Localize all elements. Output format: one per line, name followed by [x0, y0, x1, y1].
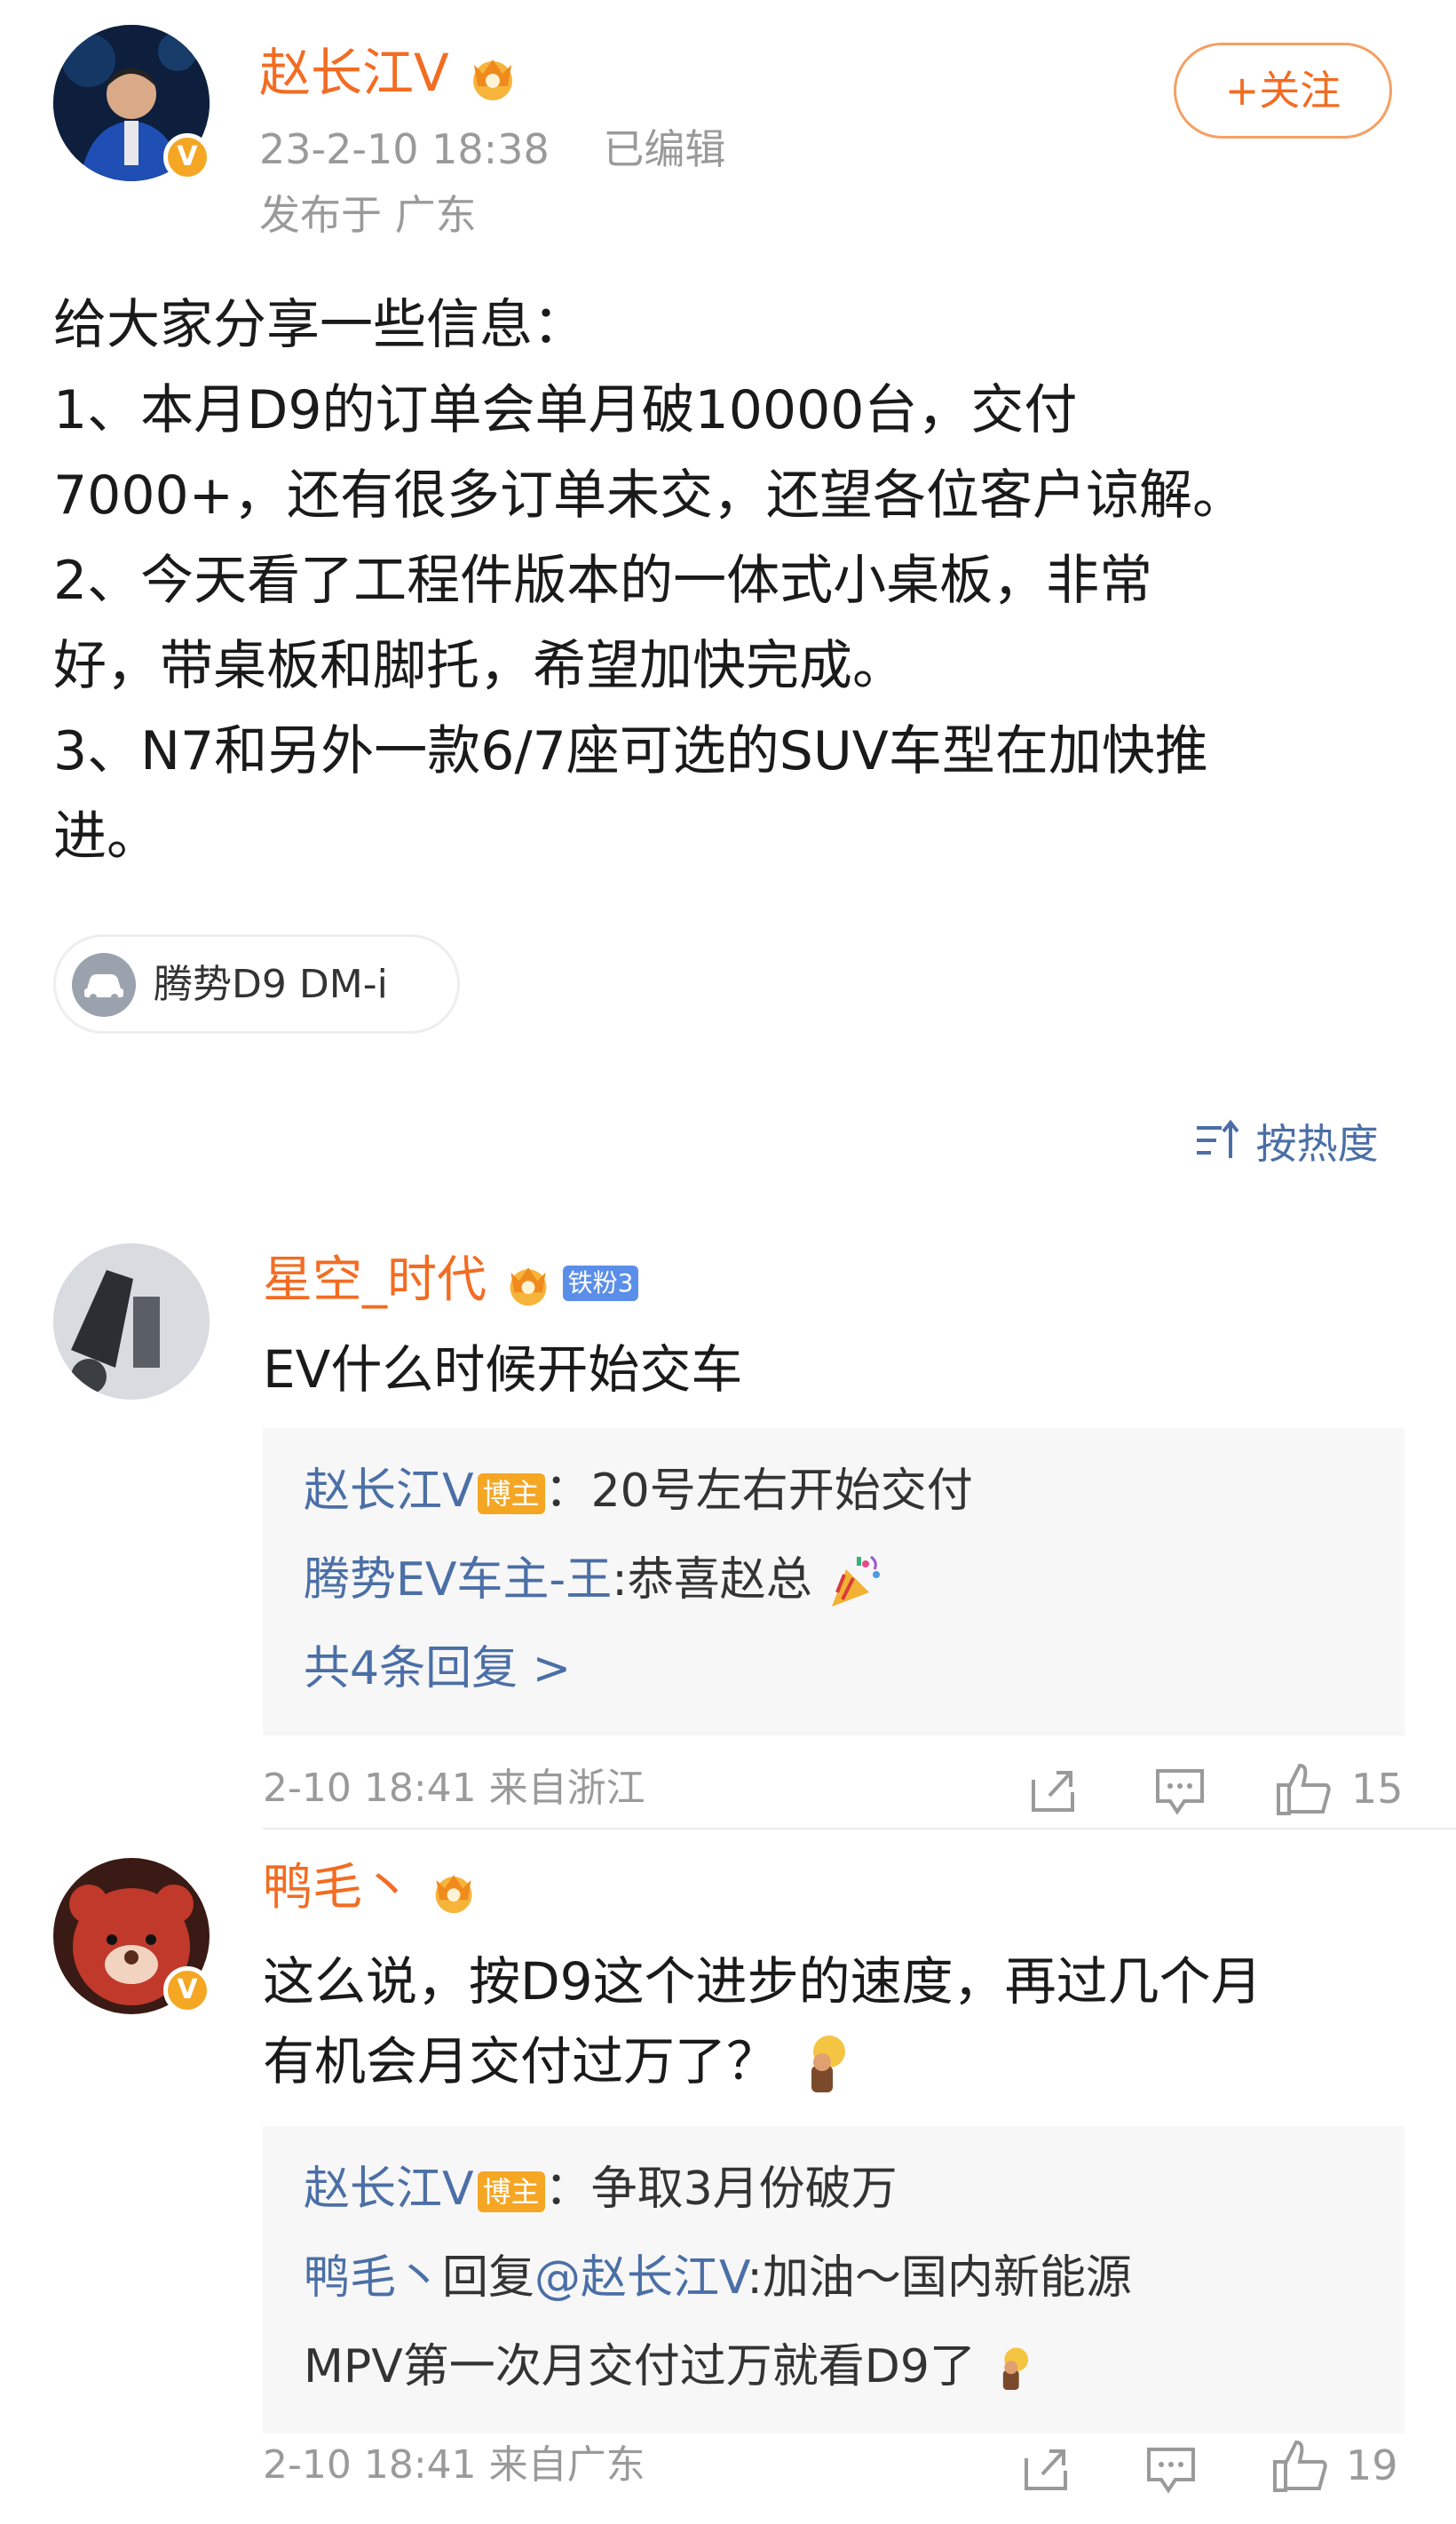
author-name-text[interactable]: 赵长江V — [259, 43, 449, 103]
reply-row: 赵长江V 博主 ：争取3月份破万 — [304, 2158, 898, 2220]
reply-text: :恭喜赵总 — [612, 1553, 812, 1607]
reply-text: MPV第一次月交付过万就看D9了 — [304, 2340, 976, 2393]
sort-by-hot[interactable]: 按热度 — [1195, 1112, 1379, 1171]
reply-row: 鸭毛丶回复@赵长江V:加油～国内新能源 — [304, 2247, 1132, 2309]
thinking-doge-emoji-icon — [811, 2035, 846, 2092]
commenter-name[interactable]: 鸭毛丶 — [263, 1859, 412, 1917]
comment-text-line2-text: 有机会月交付过万了？ — [263, 2031, 779, 2091]
reply-author[interactable]: 赵长江V — [304, 1464, 474, 1518]
car-icon — [72, 953, 136, 1017]
reply-author[interactable]: 赵长江V — [304, 2163, 474, 2216]
commenter-name[interactable]: 星空_时代 — [263, 1251, 487, 1309]
reply-row-continued: MPV第一次月交付过万就看D9了 — [304, 2336, 1036, 2398]
comment-icon[interactable] — [1145, 2446, 1197, 2494]
verified-v-icon: V — [163, 1966, 211, 2014]
reply-author[interactable]: 鸭毛丶 — [304, 2251, 442, 2305]
like-thumb-icon[interactable] — [1271, 2439, 1330, 2494]
sort-icon — [1197, 1119, 1239, 1158]
share-icon[interactable] — [1021, 2444, 1071, 2494]
reply-box[interactable]: 赵长江V 博主 ：20号左右开始交付 腾势EV车主-王:恭喜赵总 共4条回复 > — [263, 1428, 1405, 1735]
crown-vip-icon — [473, 59, 513, 100]
crown-vip-icon — [510, 1267, 547, 1306]
comment-meta: 2-10 18:41 来自广东 — [263, 2442, 645, 2488]
thinking-doge-emoji-icon — [1003, 2347, 1029, 2391]
commenter-photo — [53, 1243, 210, 1400]
comment-text-line1: 这么说，按D9这个进步的速度，再过几个月 — [263, 1951, 1262, 2012]
reply-text: :加油～国内新能源 — [747, 2251, 1132, 2305]
comment-divider — [263, 1828, 1456, 1830]
host-badge: 博主 — [477, 1473, 545, 1514]
post-meta: 23-2-10 18:38 已编辑 — [259, 123, 725, 176]
verified-v-icon: V — [163, 133, 211, 181]
post-text: 给大家分享一些信息： 1、本月D9的订单会单月破10000台，交付 7000+，… — [53, 294, 1246, 868]
fan-badge: 铁粉3 — [562, 1265, 639, 1301]
like-count: 15 — [1351, 1765, 1404, 1813]
party-popper-icon — [832, 1555, 881, 1607]
reply-author[interactable]: 腾势EV车主-王 — [304, 1553, 612, 1607]
reply-word: 回复 — [442, 2251, 535, 2305]
like-thumb-icon[interactable] — [1275, 1762, 1333, 1817]
reply-box[interactable]: 赵长江V 博主 ：争取3月份破万 鸭毛丶回复@赵长江V:加油～国内新能源 MPV第一… — [263, 2126, 1405, 2433]
follow-button[interactable]: +关注 — [1174, 43, 1392, 139]
reply-text: ：20号左右开始交付 — [544, 1464, 973, 1518]
comment-text-line2: 有机会月交付过万了？ — [263, 2021, 856, 2101]
comment-text: EV什么时候开始交车 — [263, 1339, 743, 1400]
like-count: 19 — [1346, 2441, 1398, 2489]
post-location: 发布于 广东 — [259, 191, 477, 239]
commenter-avatar[interactable] — [53, 1243, 210, 1400]
topic-tag-label: 腾势D9 DM-i — [154, 962, 388, 1007]
comment-meta: 2-10 18:41 来自浙江 — [263, 1766, 645, 1811]
sort-label: 按热度 — [1255, 1120, 1379, 1168]
reply-text: ：争取3月份破万 — [544, 2163, 898, 2216]
mention-link[interactable]: @赵长江V — [534, 2251, 747, 2305]
host-badge: 博主 — [477, 2171, 545, 2212]
comment-header: 星空_时代 铁粉3 — [263, 1247, 639, 1314]
share-icon[interactable] — [1028, 1766, 1078, 1815]
reply-row: 腾势EV车主-王:恭喜赵总 — [304, 1549, 885, 1612]
topic-tag[interactable]: 腾势D9 DM-i — [53, 934, 460, 1034]
post-timestamp: 23-2-10 18:38 — [259, 125, 550, 173]
comment-icon[interactable] — [1154, 1767, 1206, 1815]
more-replies-link[interactable]: 共4条回复 > — [304, 1638, 571, 1700]
post-edited-label[interactable]: 已编辑 — [603, 125, 725, 173]
author-name[interactable]: 赵长江V — [259, 39, 520, 107]
crown-vip-icon — [435, 1875, 472, 1913]
reply-row: 赵长江V 博主 ：20号左右开始交付 — [304, 1460, 973, 1522]
comment-header: 鸭毛丶 — [263, 1854, 479, 1922]
